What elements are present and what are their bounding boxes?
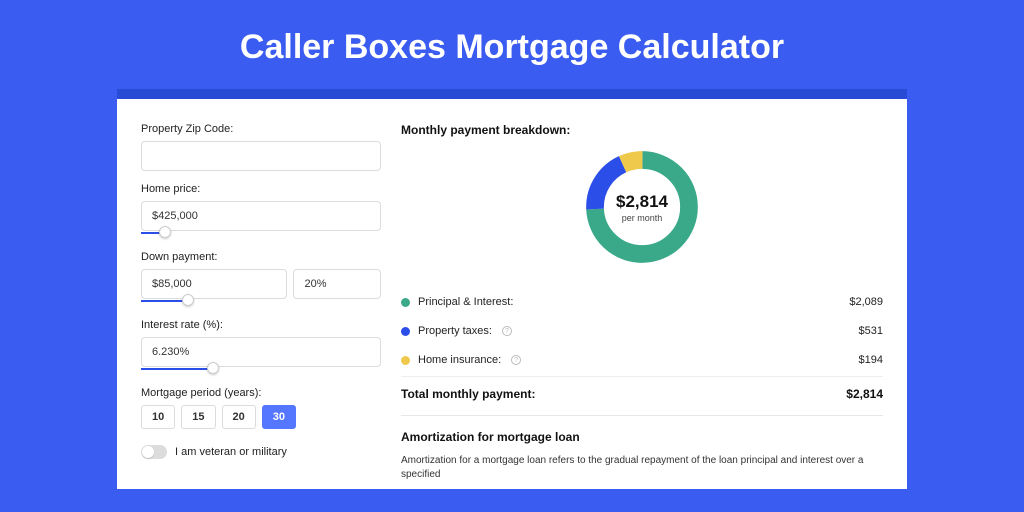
- info-icon[interactable]: ?: [511, 355, 521, 365]
- veteran-row: I am veteran or military: [141, 445, 381, 459]
- rate-label: Interest rate (%):: [141, 319, 381, 331]
- legend: Principal & Interest: $2,089 Property taxe…: [401, 287, 883, 374]
- slider-thumb[interactable]: [182, 294, 194, 306]
- zip-input[interactable]: [141, 141, 381, 171]
- donut-sub: per month: [622, 213, 663, 223]
- legend-amount: $531: [859, 325, 883, 337]
- total-amount: $2,814: [846, 387, 883, 401]
- slider-thumb[interactable]: [159, 226, 171, 238]
- period-btn-10[interactable]: 10: [141, 405, 175, 429]
- toggle-knob: [142, 446, 154, 458]
- legend-amount: $2,089: [849, 296, 883, 308]
- legend-label: Home insurance:: [418, 354, 501, 366]
- price-slider[interactable]: [141, 229, 381, 237]
- down-amount-input[interactable]: [141, 269, 287, 299]
- amort-section: Amortization for mortgage loan Amortizat…: [401, 415, 883, 482]
- down-field: Down payment:: [141, 251, 381, 307]
- down-slider[interactable]: [141, 297, 297, 305]
- veteran-label: I am veteran or military: [175, 446, 287, 458]
- zip-field: Property Zip Code:: [141, 123, 381, 171]
- breakdown-title: Monthly payment breakdown:: [401, 123, 883, 137]
- donut-amount: $2,814: [616, 192, 668, 212]
- period-btn-20[interactable]: 20: [222, 405, 256, 429]
- legend-row: Home insurance:? $194: [401, 345, 883, 374]
- period-btn-15[interactable]: 15: [181, 405, 215, 429]
- price-input[interactable]: [141, 201, 381, 231]
- amort-text: Amortization for a mortgage loan refers …: [401, 454, 883, 482]
- info-icon[interactable]: ?: [502, 326, 512, 336]
- legend-dot: [401, 298, 410, 307]
- price-label: Home price:: [141, 183, 381, 195]
- legend-label: Principal & Interest:: [418, 296, 513, 308]
- zip-label: Property Zip Code:: [141, 123, 381, 135]
- price-field: Home price:: [141, 183, 381, 239]
- legend-dot: [401, 327, 410, 336]
- breakdown-panel: Monthly payment breakdown: $2,814 per mo…: [401, 123, 883, 489]
- donut-center: $2,814 per month: [580, 145, 704, 269]
- calculator-card: Property Zip Code: Home price: Down paym…: [117, 89, 907, 489]
- amort-title: Amortization for mortgage loan: [401, 430, 883, 444]
- legend-row: Principal & Interest: $2,089: [401, 287, 883, 316]
- legend-amount: $194: [859, 354, 883, 366]
- veteran-toggle[interactable]: [141, 445, 167, 459]
- period-btn-30[interactable]: 30: [262, 405, 296, 429]
- donut-wrap: $2,814 per month: [401, 145, 883, 269]
- period-buttons: 1015 2030: [141, 405, 381, 429]
- donut-chart: $2,814 per month: [580, 145, 704, 269]
- inputs-panel: Property Zip Code: Home price: Down paym…: [141, 123, 381, 489]
- period-label: Mortgage period (years):: [141, 387, 381, 399]
- page-title: Caller Boxes Mortgage Calculator: [0, 0, 1024, 89]
- down-pct-input[interactable]: [293, 269, 381, 299]
- slider-thumb[interactable]: [207, 362, 219, 374]
- period-field: Mortgage period (years): 1015 2030: [141, 387, 381, 429]
- legend-label: Property taxes:: [418, 325, 492, 337]
- rate-field: Interest rate (%):: [141, 319, 381, 375]
- legend-dot: [401, 356, 410, 365]
- total-row: Total monthly payment: $2,814: [401, 376, 883, 415]
- legend-row: Property taxes:? $531: [401, 316, 883, 345]
- rate-slider[interactable]: [141, 365, 381, 373]
- down-label: Down payment:: [141, 251, 381, 263]
- rate-input[interactable]: [141, 337, 381, 367]
- total-label: Total monthly payment:: [401, 387, 535, 401]
